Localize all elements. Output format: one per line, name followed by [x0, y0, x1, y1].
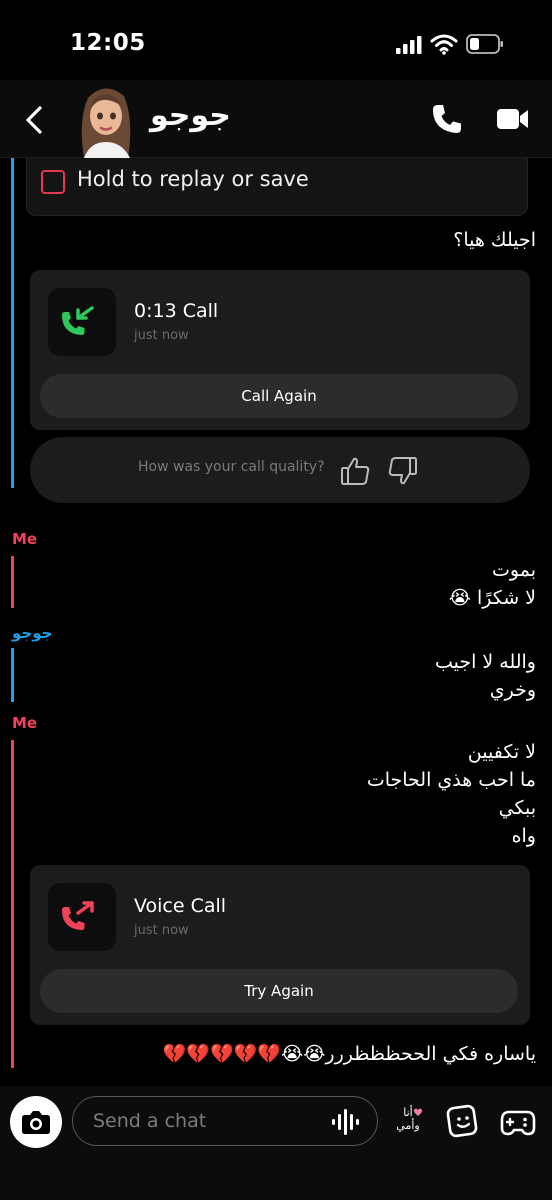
- sticker-button[interactable]: أنا وأمي: [392, 1102, 424, 1142]
- chat-input-bar: أنا وأمي: [0, 1086, 552, 1200]
- chat-header: جوجو: [0, 80, 552, 158]
- avatar[interactable]: [70, 80, 140, 158]
- sender-indicator-friend: [11, 648, 14, 702]
- snap-replay-card[interactable]: Hold to replay or save: [26, 158, 528, 216]
- message-text[interactable]: لا تكفيين: [468, 738, 536, 766]
- incoming-call-icon: [48, 288, 116, 356]
- call-card-missed: Voice Call just now Try Again: [30, 865, 530, 1025]
- call-quality-question: How was your call quality?: [138, 459, 325, 475]
- call-timestamp: just now: [134, 328, 189, 343]
- signal-icon: [396, 36, 422, 54]
- sender-indicator-friend: [11, 158, 14, 488]
- save-checkbox[interactable]: [41, 170, 65, 194]
- message-text[interactable]: بموت: [492, 556, 536, 584]
- chat-area[interactable]: Hold to replay or save اجيلك هيا؟ 0:13 C…: [0, 158, 552, 1085]
- snap-replay-label: Hold to replay or save: [77, 167, 309, 191]
- message-text[interactable]: لا شكرًا 😭: [449, 584, 536, 612]
- status-time: 12:05: [70, 30, 146, 56]
- sender-indicator-me: [11, 556, 14, 608]
- message-text[interactable]: اجيلك هيا؟: [453, 226, 536, 254]
- call-title: Voice Call: [134, 895, 227, 917]
- message-text[interactable]: ياساره فكي الححظظظررر😭😭💔💔💔💔💔: [163, 1040, 536, 1068]
- bitmoji-sticker-icon[interactable]: [446, 1104, 480, 1138]
- message-text[interactable]: ببكي: [499, 794, 536, 822]
- try-again-button[interactable]: Try Again: [40, 969, 518, 1013]
- video-call-icon[interactable]: [496, 104, 530, 134]
- call-timestamp: just now: [134, 923, 189, 938]
- status-bar: 12:05: [0, 0, 552, 90]
- call-again-button[interactable]: Call Again: [40, 374, 518, 418]
- call-quality-card: How was your call quality?: [30, 437, 530, 503]
- camera-button[interactable]: [10, 1096, 62, 1148]
- voice-note-icon[interactable]: [330, 1108, 364, 1136]
- battery-icon: [466, 34, 503, 54]
- contact-name[interactable]: جوجو: [150, 98, 231, 133]
- thumbs-up-icon[interactable]: [340, 455, 372, 487]
- call-card-completed: 0:13 Call just now Call Again: [30, 270, 530, 430]
- outgoing-call-icon: [48, 883, 116, 951]
- sender-label-friend: جوجو: [12, 624, 53, 642]
- heart-icon: [413, 1108, 423, 1116]
- sender-label-me: Me: [12, 714, 38, 732]
- camera-icon: [22, 1111, 50, 1134]
- thumbs-down-icon[interactable]: [386, 455, 418, 487]
- call-title: 0:13 Call: [134, 300, 219, 322]
- wifi-icon: [430, 34, 458, 55]
- sender-indicator-me: [11, 740, 14, 1068]
- back-icon[interactable]: [18, 100, 52, 140]
- games-icon[interactable]: [500, 1106, 536, 1138]
- sender-label-me: Me: [12, 530, 38, 548]
- message-text[interactable]: ما احب هذي الحاجات: [367, 766, 536, 794]
- message-text[interactable]: وخري: [490, 676, 536, 704]
- message-text[interactable]: والله لا اجيب: [435, 648, 536, 676]
- phone-icon[interactable]: [430, 102, 464, 136]
- message-text[interactable]: واه: [512, 822, 536, 850]
